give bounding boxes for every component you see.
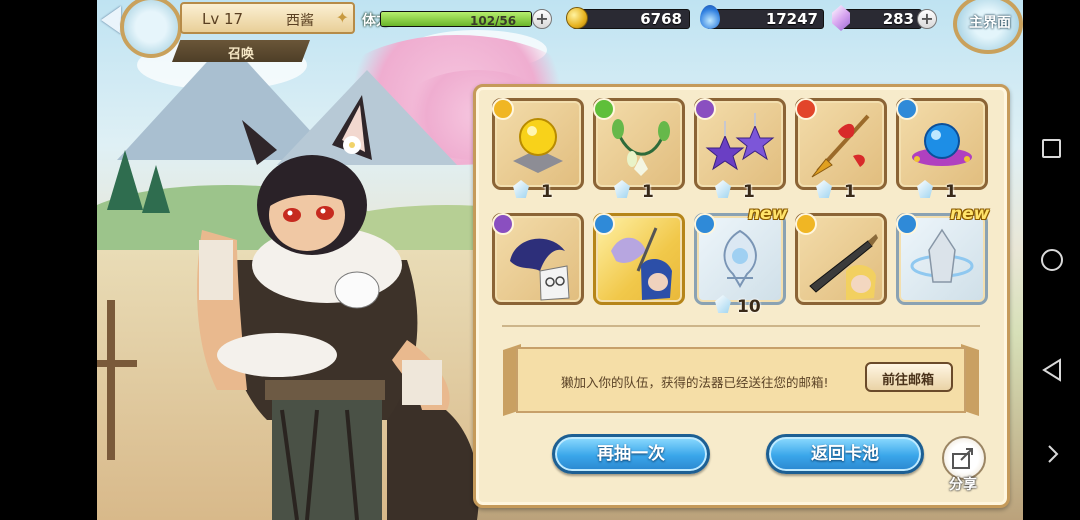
character-mask-icon [510,238,570,301]
item-count: 1 [844,182,856,202]
player-level: Lv 17 [202,10,244,28]
silver-crest-icon [723,229,757,288]
back-to-pool-button[interactable]: 返回卡池 [766,434,924,474]
stamina-value: 102/56 [470,14,517,28]
stamina-add-button[interactable]: + [532,9,552,29]
item-count: 1 [743,182,755,202]
player-info-plate: Lv 17 西酱 ✦ [180,2,355,34]
go-to-mailbox-label: 前往邮箱 [882,373,935,388]
wooden-post-crossbar [97,360,137,367]
result-card-crystal-ring[interactable] [896,213,988,305]
result-card-dagger-character[interactable] [795,213,887,305]
blue-orb-crown-icon [912,123,972,166]
leaf-necklace-icon [612,119,670,176]
blue-gem-amount: 17247 [765,10,818,28]
back-triangle-icon[interactable] [1041,358,1063,382]
crystal-ring-icon [910,228,974,283]
panel-divider [502,325,980,327]
result-card-star-earrings[interactable]: 1 [694,98,786,202]
message-text: 獭加入你的队伍，获得的法器已经送往您的邮箱! [561,375,829,390]
new-badge: new [748,204,788,224]
blue-flame-icon [700,5,720,29]
mode-tab: 召唤 [172,40,310,62]
result-card-blue-haired-character[interactable] [593,213,685,305]
screen: 返回 Lv 17 西酱 ✦ 召唤 体力 102/56 + 6768 17247 … [0,0,1080,520]
draw-again-button[interactable]: 再抽一次 [552,434,710,474]
spear-icon [811,114,870,178]
mode-label: 召唤 [228,47,255,62]
result-card-silver-crest[interactable]: 10 [694,213,786,317]
recents-square-icon[interactable] [1042,139,1061,158]
golden-orb-icon [513,118,563,173]
dagger-character-icon [809,234,878,300]
sparkle-icon: ✦ [335,8,349,27]
new-badge: new [950,204,990,224]
result-card-red-ribbon-spear[interactable]: 1 [795,98,887,202]
crystal-add-button[interactable]: + [917,9,937,29]
share-button[interactable]: 分享 [938,436,992,493]
go-to-mailbox-button[interactable]: 前往邮箱 [865,362,953,392]
result-card-dark-haired-character[interactable] [492,213,584,305]
main-menu-label: 主界面 [969,15,1011,31]
blue-haired-character-icon [611,227,672,300]
player-name: 西酱 [286,13,314,29]
item-count: 1 [541,182,553,202]
left-letterbox [0,0,97,520]
character-portrait [197,95,479,520]
android-navigation-bar [1023,0,1080,520]
item-count: 1 [642,182,654,202]
gold-amount: 6768 [640,10,682,28]
home-circle-icon[interactable] [1041,249,1063,271]
gold-coin-icon [566,7,588,29]
item-count: 10 [737,297,761,317]
result-card-golden-orb[interactable]: 1 [492,98,584,202]
result-card-leaf-necklace[interactable]: 1 [593,98,685,202]
item-count: 1 [945,182,957,202]
back-arrow-icon [101,6,121,34]
share-label: 分享 [949,477,977,493]
result-card-blue-orb-crown[interactable]: 1 [896,98,988,202]
chevron-right-icon[interactable] [1046,444,1060,464]
share-arrow-icon [952,448,973,469]
wooden-post [107,300,115,460]
crystal-amount: 283 [882,10,914,28]
pine-tree [107,150,143,210]
star-earrings-icon [705,113,775,171]
